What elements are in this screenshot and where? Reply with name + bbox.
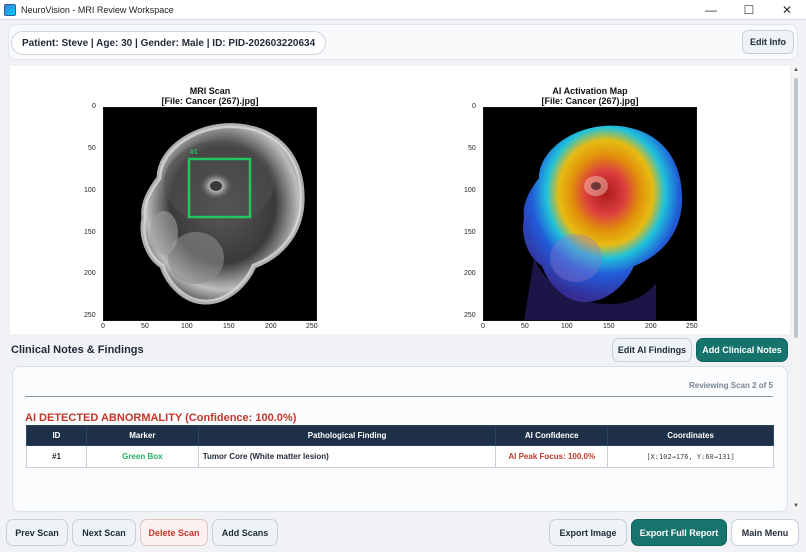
mri-ytick-200: 200 — [84, 270, 96, 277]
mri-scan-svg: #1 — [104, 108, 316, 320]
finding-confidence: AI Peak Focus: 100.0% — [495, 445, 609, 468]
findings-divider — [25, 396, 773, 397]
act-ytick-100: 100 — [464, 187, 476, 194]
activation-map-image[interactable] — [483, 107, 697, 321]
act-ytick-150: 150 — [464, 229, 476, 236]
export-image-button[interactable]: Export Image — [549, 519, 627, 546]
mri-xtick-200: 200 — [265, 323, 277, 330]
mri-ytick-50: 50 — [88, 145, 96, 152]
mri-scan-image[interactable]: #1 — [103, 107, 317, 321]
findings-panel: Reviewing Scan 2 of 5 AI DETECTED ABNORM… — [12, 366, 788, 512]
edit-info-button[interactable]: Edit Info — [742, 30, 794, 54]
act-ytick-50: 50 — [468, 145, 476, 152]
prev-scan-button[interactable]: Prev Scan — [6, 519, 68, 546]
act-xtick-50: 50 — [521, 323, 529, 330]
abnormality-alert: AI DETECTED ABNORMALITY (Confidence: 100… — [25, 412, 297, 424]
reviewing-status: Reviewing Scan 2 of 5 — [688, 381, 773, 390]
table-row[interactable]: #1 Green Box Tumor Core (White matter le… — [26, 445, 774, 468]
col-finding: Pathological Finding — [197, 425, 497, 446]
finding-description: Tumor Core (White matter lesion) — [197, 445, 497, 468]
mri-scan-title: MRI Scan [File: Cancer (267).jpg] — [103, 86, 317, 106]
mri-ytick-250: 250 — [84, 312, 96, 319]
act-xtick-250: 250 — [686, 323, 698, 330]
mri-ytick-150: 150 — [84, 229, 96, 236]
title-bar: NeuroVision - MRI Review Workspace — ☐ ✕ — [0, 0, 806, 20]
delete-scan-button[interactable]: Delete Scan — [140, 519, 208, 546]
activation-map-subtitle: [File: Cancer (267).jpg] — [541, 96, 639, 106]
mri-scan-subtitle: [File: Cancer (267).jpg] — [161, 96, 259, 106]
act-ytick-250: 250 — [464, 312, 476, 319]
col-marker: Marker — [85, 425, 199, 446]
maximize-button[interactable]: ☐ — [730, 0, 768, 20]
main-menu-button[interactable]: Main Menu — [731, 519, 799, 546]
main-scrollbar[interactable]: ▲ ▼ — [792, 66, 800, 510]
clinical-notes-title: Clinical Notes & Findings — [11, 344, 144, 356]
next-scan-button[interactable]: Next Scan — [72, 519, 136, 546]
minimize-button[interactable]: — — [692, 0, 730, 20]
patient-summary: Patient: Steve | Age: 30 | Gender: Male … — [11, 31, 327, 55]
scroll-up-icon[interactable]: ▲ — [792, 66, 800, 74]
col-coordinates: Coordinates — [607, 425, 774, 446]
scroll-thumb[interactable] — [794, 78, 798, 338]
mri-ytick-0: 0 — [92, 103, 96, 110]
tumor-box-label: #1 — [190, 149, 198, 156]
activation-map-title: AI Activation Map [File: Cancer (267).jp… — [483, 86, 697, 106]
mri-scan-title-text: MRI Scan — [189, 86, 231, 96]
finding-coordinates: [X:102→176, Y:60→131] — [607, 445, 774, 468]
act-ytick-200: 200 — [464, 270, 476, 277]
mri-xtick-150: 150 — [223, 323, 235, 330]
app-logo-icon — [4, 3, 16, 16]
mri-xtick-250: 250 — [306, 323, 318, 330]
col-id: ID — [26, 425, 87, 446]
col-confidence: AI Confidence — [495, 425, 609, 446]
export-full-report-button[interactable]: Export Full Report — [631, 519, 727, 546]
mri-xtick-0: 0 — [101, 323, 105, 330]
mri-xtick-50: 50 — [141, 323, 149, 330]
edit-ai-findings-button[interactable]: Edit AI Findings — [612, 338, 692, 362]
add-clinical-notes-button[interactable]: Add Clinical Notes — [696, 338, 788, 362]
act-xtick-200: 200 — [645, 323, 657, 330]
act-xtick-100: 100 — [561, 323, 573, 330]
activation-map-svg — [484, 108, 696, 320]
finding-id: #1 — [26, 445, 87, 468]
act-xtick-0: 0 — [481, 323, 485, 330]
window-title: NeuroVision - MRI Review Workspace — [21, 4, 174, 15]
finding-marker: Green Box — [85, 445, 199, 468]
window-controls: — ☐ ✕ — [692, 0, 806, 20]
findings-table: ID Marker Pathological Finding AI Confid… — [26, 425, 774, 468]
findings-header-row: ID Marker Pathological Finding AI Confid… — [26, 425, 774, 446]
mri-ytick-100: 100 — [84, 187, 96, 194]
activation-map-title-text: AI Activation Map — [552, 86, 628, 96]
scroll-down-icon[interactable]: ▼ — [792, 502, 800, 510]
act-xtick-150: 150 — [603, 323, 615, 330]
add-scans-button[interactable]: Add Scans — [212, 519, 278, 546]
act-ytick-0: 0 — [472, 103, 476, 110]
close-button[interactable]: ✕ — [768, 0, 806, 20]
mri-xtick-100: 100 — [181, 323, 193, 330]
